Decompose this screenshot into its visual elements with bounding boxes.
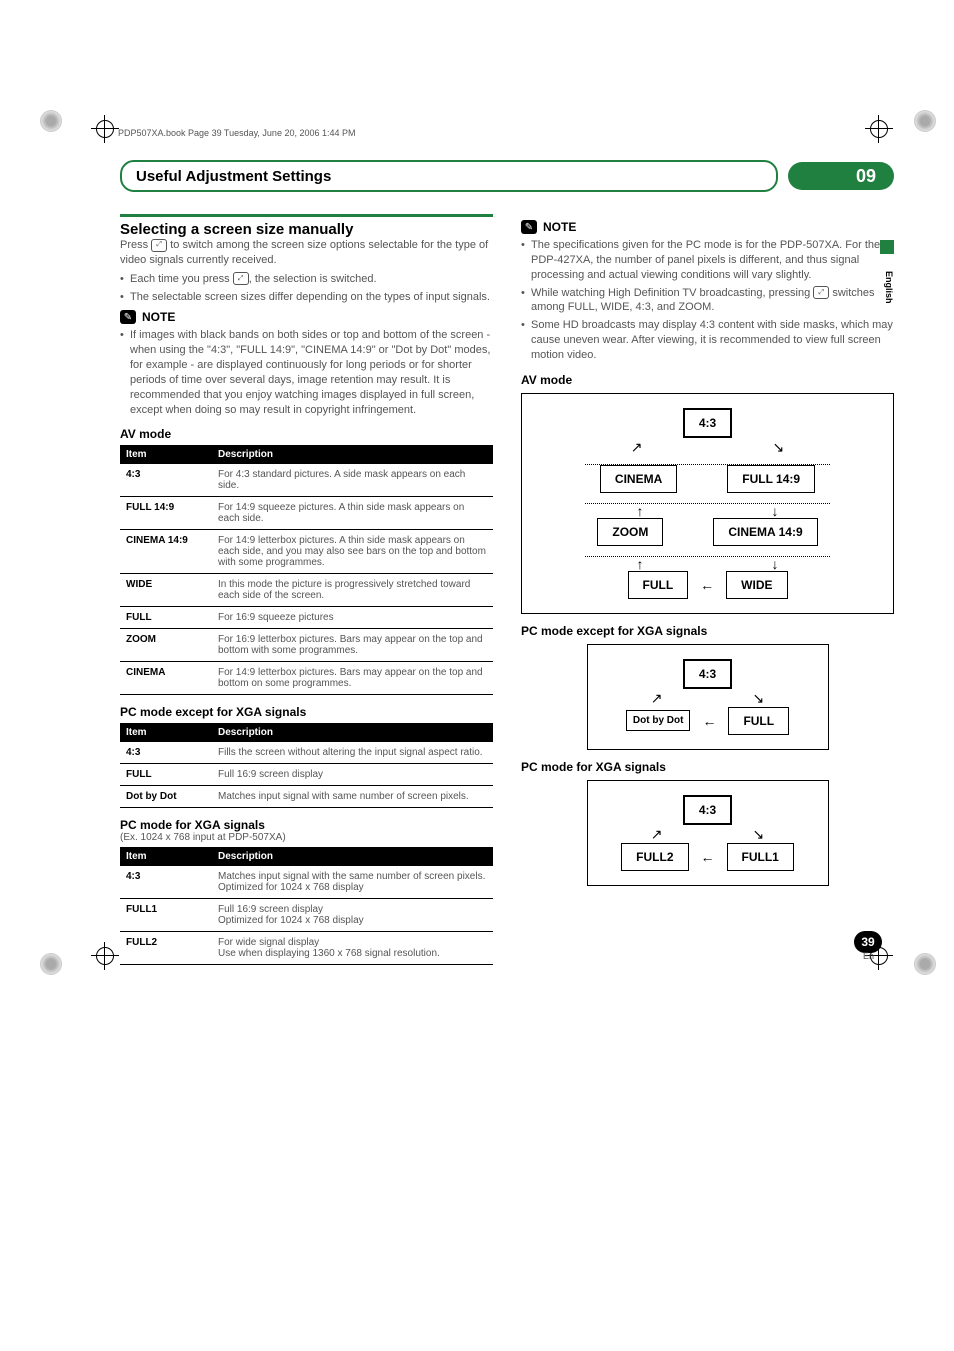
av-mode-heading: AV mode xyxy=(120,427,493,441)
xga-mode-table: Item Description 4:3Matches input signal… xyxy=(120,847,493,965)
arrow-up-icon: ↑ xyxy=(637,557,644,571)
arrow-down-right-icon: ↘ xyxy=(753,827,765,841)
diagram-node: 4:3 xyxy=(683,659,732,689)
table-row: FULL2For wide signal display Use when di… xyxy=(120,932,493,965)
print-registration-star-tl xyxy=(40,110,62,132)
xga-mode-heading: PC mode for XGA signals xyxy=(120,818,493,832)
crop-mark-bl xyxy=(96,947,114,965)
diagram-node: ZOOM xyxy=(597,518,663,546)
diagram-node: 4:3 xyxy=(683,408,732,438)
table-row: CINEMAFor 14:9 letterbox pictures. Bars … xyxy=(120,662,493,695)
pc-mode-heading: PC mode except for XGA signals xyxy=(521,624,894,638)
arrow-up-left-icon: ↗ xyxy=(651,691,663,705)
arrow-down-right-icon: ↘ xyxy=(753,691,765,705)
xga-mode-diagram: 4:3 ↗ ↘ FULL2 ← FULL1 xyxy=(587,780,829,886)
pc-mode-heading: PC mode except for XGA signals xyxy=(120,705,493,719)
intro-paragraph: Press ⤢ Press ⤢ to switch among the scre… xyxy=(120,238,493,268)
diagram-node: 4:3 xyxy=(683,795,732,825)
pc-mode-diagram: 4:3 ↗ ↘ Dot by Dot ← FULL xyxy=(587,644,829,750)
table-row: Dot by DotMatches input signal with same… xyxy=(120,786,493,808)
page-number-badge: 39 xyxy=(854,931,882,953)
arrow-left-icon: ← xyxy=(701,850,715,864)
table-row: CINEMA 14:9For 14:9 letterbox pictures. … xyxy=(120,530,493,574)
note-icon: ✎ xyxy=(120,310,136,324)
chapter-number-badge: 09 xyxy=(788,162,894,190)
note-icon: ✎ xyxy=(521,220,537,234)
diagram-node: FULL1 xyxy=(727,843,794,871)
table-header: Description xyxy=(212,847,493,866)
table-row: FULL 14:9For 14:9 squeeze pictures. A th… xyxy=(120,497,493,530)
table-row: FULL1Full 16:9 screen display Optimized … xyxy=(120,899,493,932)
diagram-node: FULL xyxy=(628,571,689,599)
table-header: Description xyxy=(212,445,493,464)
pdf-bookmark-line: PDP507XA.book Page 39 Tuesday, June 20, … xyxy=(118,128,356,138)
arrow-down-right-icon: ↘ xyxy=(773,440,785,454)
diagram-node: CINEMA xyxy=(600,465,677,493)
section-heading: Selecting a screen size manually xyxy=(120,221,493,238)
table-row: WIDEIn this mode the picture is progress… xyxy=(120,574,493,607)
table-row: ZOOMFor 16:9 letterbox pictures. Bars ma… xyxy=(120,629,493,662)
diagram-node: FULL2 xyxy=(621,843,688,871)
note-bullets: If images with black bands on both sides… xyxy=(120,328,493,417)
intro-bullets: Each time you press ⤢, the selection is … xyxy=(120,272,493,305)
note-bullets: The specifications given for the PC mode… xyxy=(521,238,894,363)
diagram-node: FULL xyxy=(728,707,789,735)
left-column: Selecting a screen size manually Press ⤢… xyxy=(120,214,493,965)
page-language-code: En xyxy=(863,951,874,961)
table-header: Description xyxy=(212,723,493,742)
bullet-item: Some HD broadcasts may display 4:3 conte… xyxy=(521,318,894,363)
arrow-left-icon: ← xyxy=(700,578,714,592)
table-row: 4:3Fills the screen without altering the… xyxy=(120,742,493,764)
arrow-up-left-icon: ↗ xyxy=(631,440,643,454)
crop-mark-tl xyxy=(96,120,114,138)
crop-mark-tr xyxy=(870,120,888,138)
xga-mode-heading: PC mode for XGA signals xyxy=(521,760,894,774)
table-header: Item xyxy=(120,847,212,866)
chapter-title: Useful Adjustment Settings xyxy=(120,160,778,192)
arrow-left-icon: ← xyxy=(702,714,716,728)
table-row: FULLFull 16:9 screen display xyxy=(120,764,493,786)
diagram-node: CINEMA 14:9 xyxy=(713,518,817,546)
table-header: Item xyxy=(120,723,212,742)
note-label: NOTE xyxy=(142,310,175,324)
bullet-item: If images with black bands on both sides… xyxy=(120,328,493,417)
table-header: Item xyxy=(120,445,212,464)
av-mode-heading: AV mode xyxy=(521,373,894,387)
arrow-down-icon: ↓ xyxy=(772,504,779,518)
av-mode-diagram: 4:3 ↗ ↘ CINEMA FULL 14:9 ↑ ↓ ZOOM CINEM xyxy=(521,393,894,614)
bullet-item: Each time you press ⤢, the selection is … xyxy=(120,272,493,287)
diagram-node: FULL 14:9 xyxy=(727,465,815,493)
bullet-item: While watching High Definition TV broadc… xyxy=(521,286,894,316)
av-mode-table: Item Description 4:3For 4:3 standard pic… xyxy=(120,445,493,695)
note-label: NOTE xyxy=(543,220,576,234)
screen-size-button-icon: ⤢ xyxy=(233,272,249,285)
table-row: 4:3For 4:3 standard pictures. A side mas… xyxy=(120,464,493,497)
table-row: FULLFor 16:9 squeeze pictures xyxy=(120,607,493,629)
xga-example-note: (Ex. 1024 x 768 input at PDP-507XA) xyxy=(120,832,493,843)
pc-mode-table: Item Description 4:3Fills the screen wit… xyxy=(120,723,493,808)
arrow-down-icon: ↓ xyxy=(772,557,779,571)
table-row: 4:3Matches input signal with the same nu… xyxy=(120,866,493,899)
print-registration-star-tr xyxy=(914,110,936,132)
screen-size-button-icon: ⤢ xyxy=(151,239,167,252)
accent-bar xyxy=(120,214,493,217)
diagram-node: Dot by Dot xyxy=(626,710,691,731)
print-registration-star-br xyxy=(914,953,936,975)
arrow-up-left-icon: ↗ xyxy=(651,827,663,841)
diagram-node: WIDE xyxy=(726,571,787,599)
screen-size-button-icon: ⤢ xyxy=(813,286,829,299)
bullet-item: The selectable screen sizes differ depen… xyxy=(120,290,493,305)
arrow-up-icon: ↑ xyxy=(637,504,644,518)
bullet-item: The specifications given for the PC mode… xyxy=(521,238,894,283)
print-registration-star-bl xyxy=(40,953,62,975)
right-column: ✎ NOTE The specifications given for the … xyxy=(521,214,894,965)
